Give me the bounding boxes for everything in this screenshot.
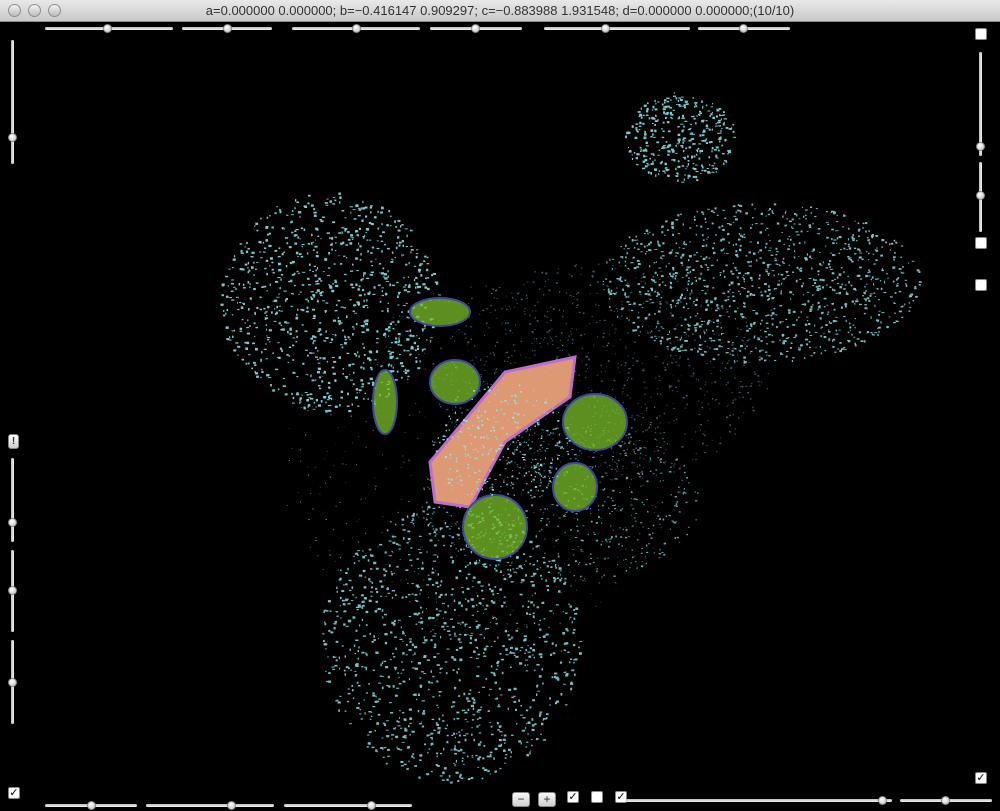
bottom-slider-1[interactable]: [45, 800, 137, 810]
warning-button[interactable]: !: [8, 434, 19, 449]
left-slider-3[interactable]: [8, 550, 18, 632]
3d-render-viewport[interactable]: [0, 22, 1000, 811]
app-window: a=0.000000 0.000000; b=−0.416147 0.90929…: [0, 0, 1000, 811]
slider-knob[interactable]: [367, 801, 376, 810]
top-slider-1[interactable]: [45, 23, 173, 33]
slider-knob[interactable]: [8, 133, 17, 142]
slider-knob[interactable]: [87, 801, 96, 810]
top-slider-6[interactable]: [698, 23, 790, 33]
slider-knob[interactable]: [227, 801, 236, 810]
bottom-slider-4[interactable]: [626, 795, 892, 805]
left-slider-4[interactable]: [8, 640, 18, 724]
right-checkbox-4[interactable]: ✓: [975, 772, 987, 784]
top-slider-3[interactable]: [292, 23, 420, 33]
zoom-out-button[interactable]: −: [512, 792, 530, 807]
top-slider-5[interactable]: [544, 23, 690, 33]
right-checkbox-2[interactable]: [975, 237, 987, 249]
bottom-checkbox-2[interactable]: [591, 791, 603, 803]
zoom-in-button[interactable]: +: [538, 792, 556, 807]
left-slider-1[interactable]: [8, 40, 18, 164]
slider-knob[interactable]: [739, 24, 748, 33]
slider-knob[interactable]: [8, 586, 17, 595]
top-slider-2[interactable]: [182, 23, 272, 33]
title-bar[interactable]: a=0.000000 0.000000; b=−0.416147 0.90929…: [0, 0, 1000, 22]
left-checkbox[interactable]: ✓: [8, 787, 20, 799]
slider-knob[interactable]: [878, 796, 887, 805]
window-title: a=0.000000 0.000000; b=−0.416147 0.90929…: [205, 3, 795, 18]
slider-knob[interactable]: [471, 24, 480, 33]
slider-knob[interactable]: [941, 796, 950, 805]
right-checkbox-1[interactable]: [975, 28, 987, 40]
slider-knob[interactable]: [223, 24, 232, 33]
slider-knob[interactable]: [601, 24, 610, 33]
bottom-slider-3[interactable]: [284, 800, 412, 810]
slider-knob[interactable]: [976, 191, 985, 200]
slider-knob[interactable]: [8, 518, 17, 527]
right-slider-1[interactable]: [976, 52, 986, 156]
top-slider-4[interactable]: [430, 23, 522, 33]
right-checkbox-3[interactable]: [975, 279, 987, 291]
slider-knob[interactable]: [103, 24, 112, 33]
right-slider-2[interactable]: [976, 162, 986, 232]
bottom-checkbox-1[interactable]: ✓: [567, 791, 579, 803]
slider-knob[interactable]: [976, 142, 985, 151]
left-slider-2[interactable]: [8, 458, 18, 542]
point-cloud-render[interactable]: [0, 22, 1000, 811]
slider-knob[interactable]: [352, 24, 361, 33]
slider-knob[interactable]: [8, 678, 17, 687]
bottom-slider-5[interactable]: [900, 795, 992, 805]
bottom-slider-2[interactable]: [146, 800, 274, 810]
